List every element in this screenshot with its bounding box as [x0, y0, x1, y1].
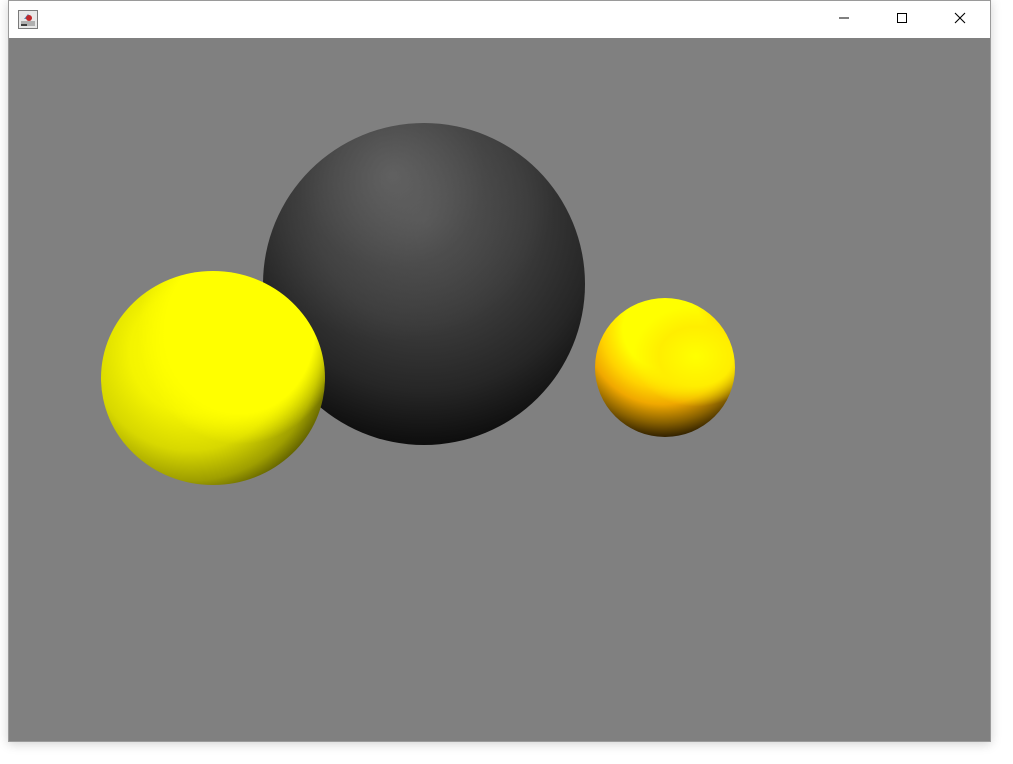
left-yellow-sphere — [101, 271, 325, 485]
close-button[interactable] — [931, 1, 989, 38]
maximize-icon — [896, 11, 908, 29]
title-bar[interactable] — [9, 1, 990, 38]
maximize-button[interactable] — [873, 1, 931, 38]
right-yellow-sphere — [595, 298, 735, 437]
render-canvas[interactable] — [9, 38, 990, 741]
minimize-icon — [838, 11, 850, 29]
java-app-icon[interactable] — [18, 10, 38, 29]
close-icon — [954, 11, 966, 29]
minimize-button[interactable] — [815, 1, 873, 38]
app-window — [8, 0, 991, 742]
